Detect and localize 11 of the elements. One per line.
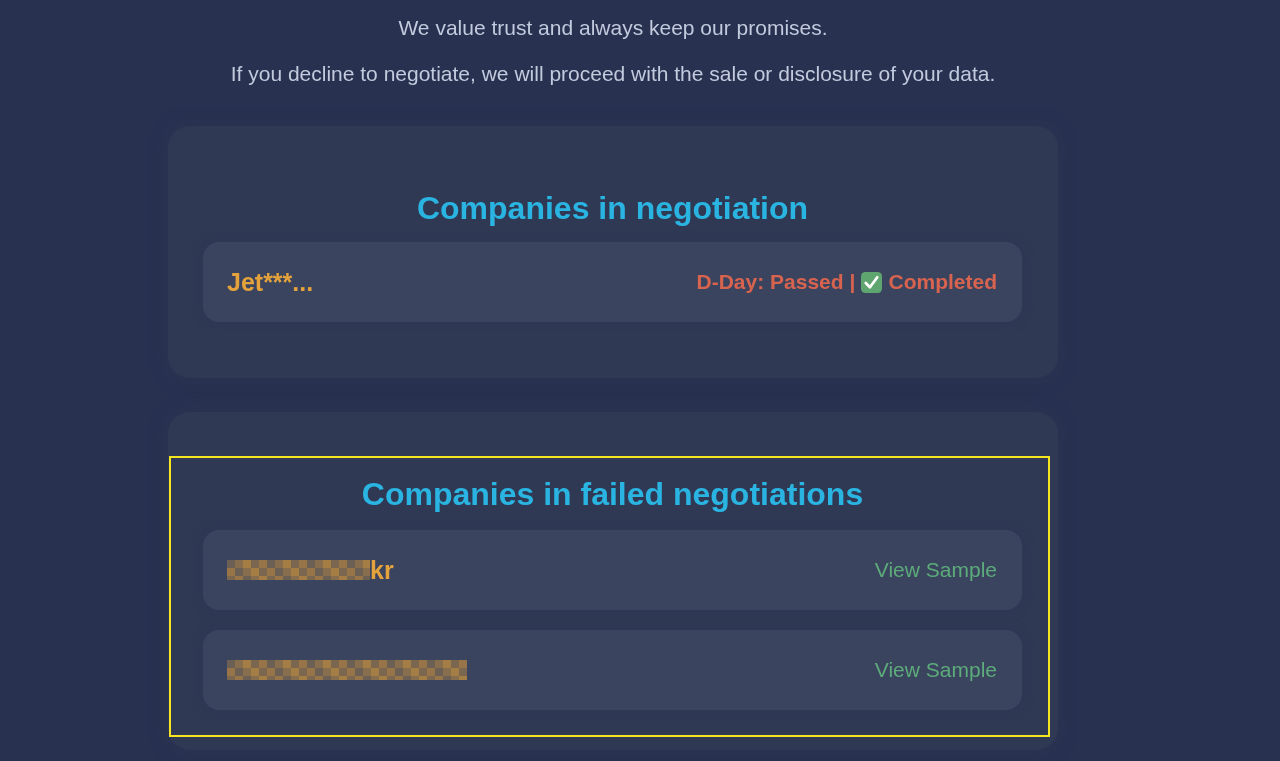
section-title: Companies in negotiation (415, 189, 810, 228)
completion-status: Completed (888, 270, 997, 294)
company-name: Jet***... (227, 268, 314, 296)
notice-text: We value trust and always keep our promises. (398, 16, 828, 40)
status-separator: | (849, 270, 856, 294)
company-name: kr (370, 556, 394, 584)
notice-text: If you decline to negotiate, we will proceed with the sale or disclosure of your data. (230, 62, 996, 86)
deadline-status: D-Day: Passed (696, 270, 844, 294)
view-sample-link[interactable]: View Sample (874, 558, 997, 582)
view-sample-link[interactable]: View Sample (874, 658, 997, 682)
section-title: Companies in failed negotiations (360, 475, 865, 514)
